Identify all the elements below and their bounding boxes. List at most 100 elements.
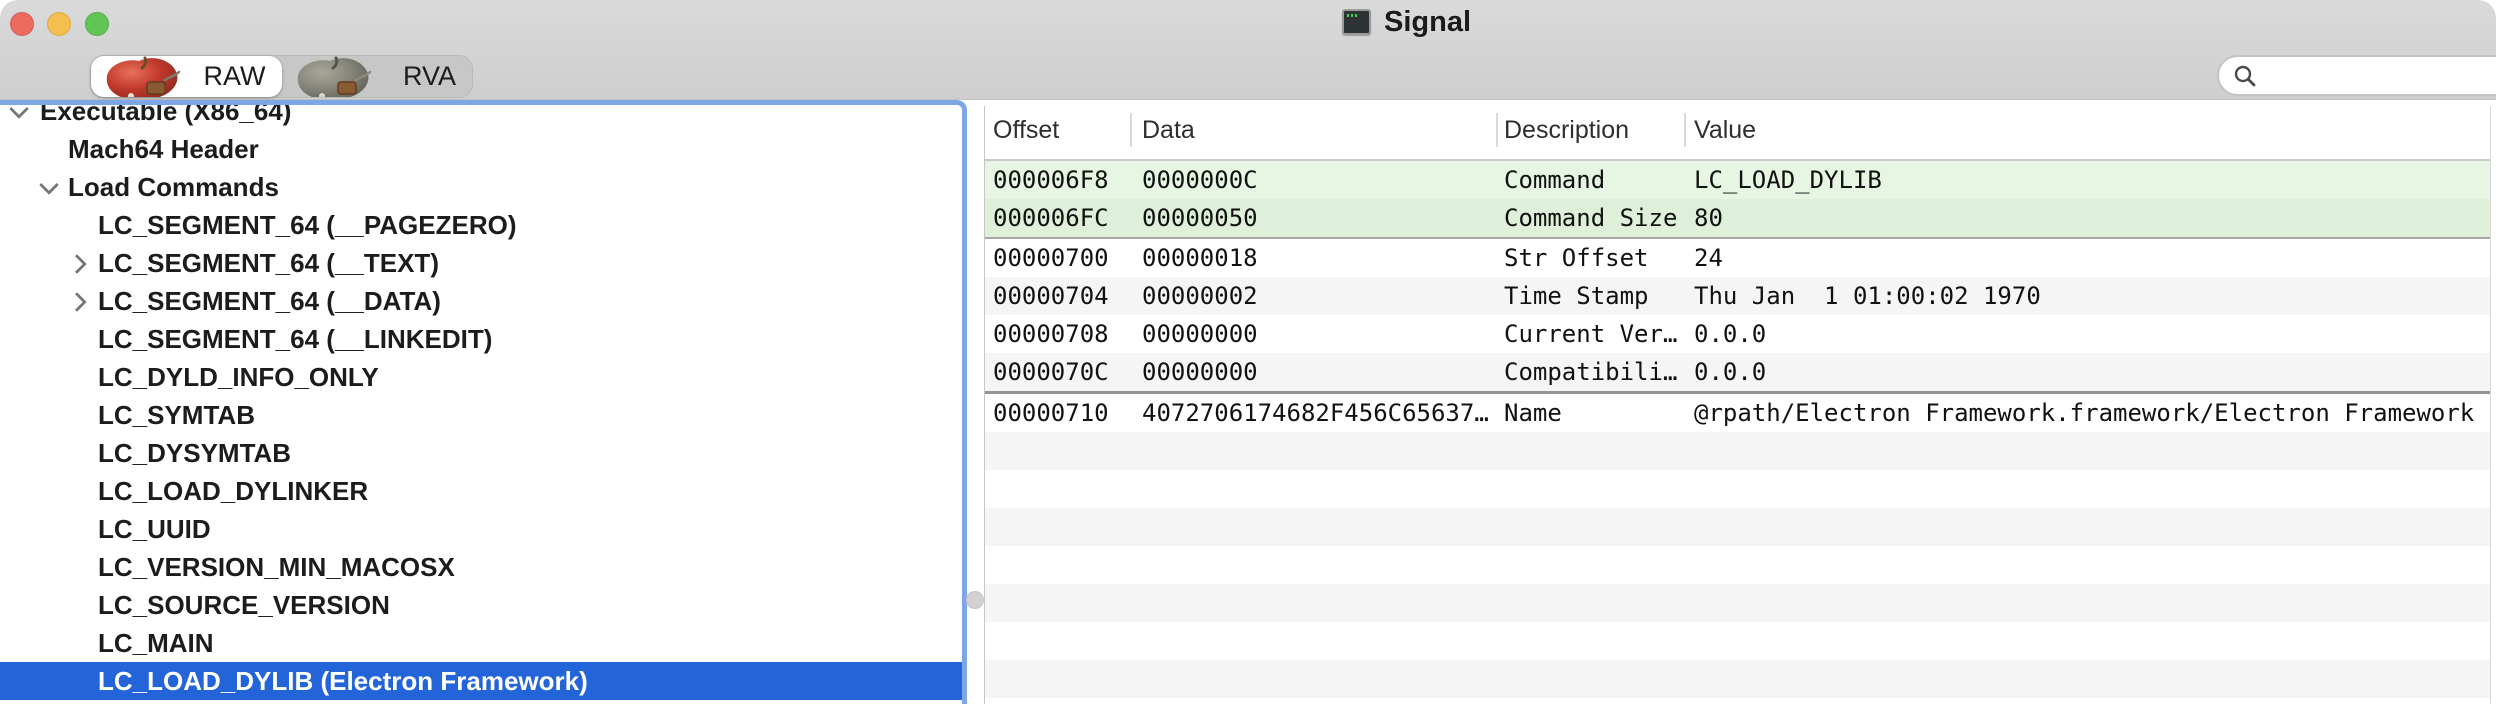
sidebar-item[interactable]: LC_SEGMENT_64 (__PAGEZERO) [0, 206, 962, 244]
scrollbar-gutter[interactable] [2490, 106, 2496, 704]
close-button[interactable] [10, 12, 34, 36]
cell-description: Command Size [1498, 199, 1686, 237]
cell-data: 00000018 [1132, 239, 1498, 277]
sidebar-item-label: Mach64 Header [68, 130, 259, 168]
sidebar-item-label: LC_UUID [98, 510, 211, 548]
outline-sidebar: Executable (X86_64) Mach64 Header Load C… [0, 100, 967, 704]
cell-offset: 000006F8 [985, 161, 1132, 199]
empty-row [985, 584, 2496, 622]
empty-row [985, 698, 2496, 704]
cell-description: Compatibili… [1498, 353, 1686, 391]
sidebar-item[interactable]: Load Commands [0, 168, 962, 206]
disclosure-chevron-icon[interactable] [66, 478, 92, 504]
search-field[interactable] [2217, 55, 2496, 96]
table-row[interactable]: 00000708 00000000 Current Ver… 0.0.0 [985, 315, 2496, 353]
disclosure-chevron-icon[interactable] [66, 668, 92, 694]
search-icon [2233, 64, 2257, 88]
column-header-offset[interactable]: Offset [985, 113, 1132, 147]
raw-rva-segmented-control: RAW RVA [90, 55, 473, 98]
search-input[interactable] [2265, 59, 2495, 92]
cell-data: 0000000C [1132, 161, 1498, 199]
column-header-value[interactable]: Value [1686, 113, 2496, 147]
column-header-data[interactable]: Data [1132, 113, 1498, 147]
sidebar-item[interactable]: LC_VERSION_MIN_MACOSX [0, 548, 962, 586]
cell-data: 00000000 [1132, 315, 1498, 353]
cell-value: 0.0.0 [1686, 315, 2496, 353]
sidebar-item-label: LC_DYLD_INFO_ONLY [98, 358, 379, 396]
sidebar-item[interactable]: LC_UUID [0, 510, 962, 548]
disclosure-chevron-icon[interactable] [66, 288, 92, 314]
sidebar-item-label: LC_LOAD_DYLIB (Electron Framework) [98, 662, 588, 700]
sidebar-item[interactable]: Executable (X86_64) [0, 100, 962, 130]
disclosure-chevron-icon[interactable] [66, 554, 92, 580]
sidebar-item-label: LC_DYSYMTAB [98, 434, 291, 472]
disclosure-chevron-icon[interactable] [66, 364, 92, 390]
cell-value: @rpath/Electron Framework.framework/Elec… [1686, 394, 2496, 432]
sidebar-item[interactable]: LC_SEGMENT_64 (__LINKEDIT) [0, 320, 962, 358]
detail-table: Offset Data Description Value 000006F8 0… [985, 100, 2496, 704]
disclosure-chevron-icon[interactable] [66, 402, 92, 428]
cell-description: Current Ver… [1498, 315, 1686, 353]
splitter-handle[interactable] [966, 591, 984, 609]
cell-offset: 00000704 [985, 277, 1132, 315]
sidebar-item[interactable]: LC_SYMTAB [0, 396, 962, 434]
sidebar-item-label: LC_LOAD_DYLINKER [98, 472, 368, 510]
sidebar-item-label: LC_SOURCE_VERSION [98, 586, 390, 624]
cell-offset: 00000700 [985, 239, 1132, 277]
disclosure-chevron-icon[interactable] [36, 174, 62, 200]
minimize-button[interactable] [47, 12, 71, 36]
table-header-row: Offset Data Description Value [985, 100, 2496, 161]
cell-description: Str Offset [1498, 239, 1686, 277]
column-header-description[interactable]: Description [1498, 113, 1686, 147]
cell-offset: 000006FC [985, 199, 1132, 237]
sidebar-item[interactable]: LC_DYSYMTAB [0, 434, 962, 472]
sidebar-item[interactable]: LC_SOURCE_VERSION [0, 586, 962, 624]
executable-app-icon [1342, 9, 1371, 35]
disclosure-chevron-icon[interactable] [36, 136, 62, 162]
cell-value: LC_LOAD_DYLIB [1686, 161, 2496, 199]
sidebar-item[interactable]: LC_DYLD_INFO_ONLY [0, 358, 962, 396]
empty-row [985, 546, 2496, 584]
cell-description: Command [1498, 161, 1686, 199]
cell-data: 00000002 [1132, 277, 1498, 315]
disclosure-chevron-icon[interactable] [66, 592, 92, 618]
segment-rva-button[interactable]: RVA [282, 56, 473, 97]
sidebar-item[interactable]: LC_LOAD_DYLINKER [0, 472, 962, 510]
cell-data: 4072706174682F456C65637… [1132, 394, 1498, 432]
sidebar-item-label: LC_MAIN [98, 624, 214, 662]
disclosure-chevron-icon[interactable] [66, 250, 92, 276]
cell-value: 0.0.0 [1686, 353, 2496, 391]
disclosure-chevron-icon[interactable] [66, 326, 92, 352]
cell-description: Time Stamp [1498, 277, 1686, 315]
table-row[interactable]: 000006F8 0000000C Command LC_LOAD_DYLIB [985, 161, 2496, 199]
disclosure-chevron-icon[interactable] [6, 100, 32, 124]
cell-value: 80 [1686, 199, 2496, 237]
table-row[interactable]: 0000070C 00000000 Compatibili… 0.0.0 [985, 353, 2496, 391]
segment-raw-label: RAW [204, 61, 266, 92]
app-window: Signal RAW [0, 0, 2496, 704]
table-row[interactable]: 00000704 00000002 Time Stamp Thu Jan 1 0… [985, 277, 2496, 315]
disclosure-chevron-icon[interactable] [66, 440, 92, 466]
sidebar-item[interactable]: Mach64 Header [0, 130, 962, 168]
sidebar-item[interactable]: LC_LOAD_DYLIB (Electron Framework) [0, 662, 962, 700]
disclosure-chevron-icon[interactable] [66, 212, 92, 238]
disclosure-chevron-icon[interactable] [66, 630, 92, 656]
table-body: 000006F8 0000000C Command LC_LOAD_DYLIB … [985, 161, 2496, 704]
zoom-button[interactable] [85, 12, 109, 36]
table-row[interactable]: 000006FC 00000050 Command Size 80 [985, 199, 2496, 237]
sidebar-item-label: Executable (X86_64) [40, 100, 291, 130]
machoview-apple-icon [101, 56, 185, 97]
sidebar-item[interactable]: LC_SEGMENT_64 (__TEXT) [0, 244, 962, 282]
sidebar-item[interactable]: LC_SEGMENT_64 (__DATA) [0, 282, 962, 320]
cell-offset: 00000708 [985, 315, 1132, 353]
machoview-apple-gray-icon [292, 56, 376, 97]
segment-raw-button[interactable]: RAW [91, 56, 282, 97]
empty-row [985, 432, 2496, 470]
table-row[interactable]: 00000710 4072706174682F456C65637… Name @… [985, 394, 2496, 432]
cell-value: 24 [1686, 239, 2496, 277]
outline-tree: Executable (X86_64) Mach64 Header Load C… [0, 100, 962, 700]
sidebar-item[interactable]: LC_MAIN [0, 624, 962, 662]
sidebar-item-label: LC_SEGMENT_64 (__PAGEZERO) [98, 206, 517, 244]
disclosure-chevron-icon[interactable] [66, 516, 92, 542]
table-row[interactable]: 00000700 00000018 Str Offset 24 [985, 239, 2496, 277]
